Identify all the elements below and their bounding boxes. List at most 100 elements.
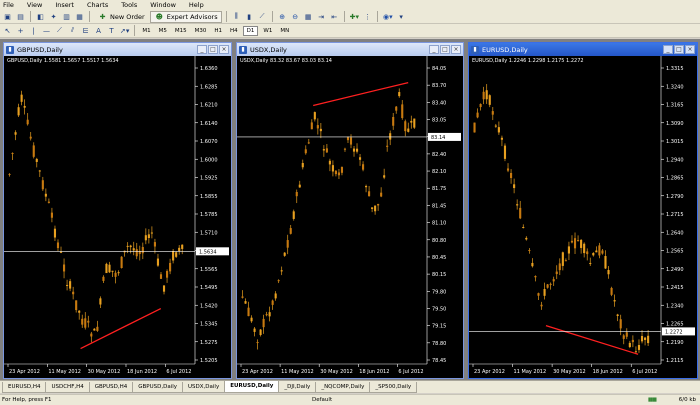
chart-plot[interactable]: 84.0583.7083.4083.0582.7582.4082.1081.75… — [237, 56, 463, 378]
timeframe-h1[interactable]: H1 — [211, 26, 225, 36]
timeframe-m15[interactable]: M15 — [172, 26, 190, 36]
data-window-icon[interactable]: ✦ — [48, 11, 59, 22]
menu-window[interactable]: Window — [150, 0, 176, 10]
minimize-button[interactable]: _ — [429, 45, 439, 54]
chart-tab-usdchf-h4[interactable]: USDCHF,H4 — [45, 382, 90, 393]
trendline-icon[interactable]: ⟋ — [54, 25, 65, 36]
menu-file[interactable]: File — [3, 0, 14, 10]
expert-advisors-label: Expert Advisors — [166, 12, 218, 21]
date-tick-label: 11 May 2012 — [281, 369, 314, 375]
candle-body — [292, 211, 295, 219]
timeframe-m5[interactable]: M5 — [156, 26, 170, 36]
timeframe-w1[interactable]: W1 — [260, 26, 275, 36]
status-help-text: For Help, press F1 — [2, 397, 52, 403]
maximize-button[interactable]: □ — [674, 45, 684, 54]
candlestick-chart[interactable]: 1.3315 1.3240 1.3165 1.3090 1.3015 1.2940 1.28… — [469, 56, 697, 378]
chart-titlebar[interactable]: ▮ GBPUSD,Daily _ □ × — [4, 43, 231, 56]
close-button[interactable]: × — [219, 45, 229, 54]
terminal-icon[interactable]: ▦ — [74, 11, 85, 22]
chart-plot[interactable]: 1.6360 1.6285 1.6210 1.6140 1.6070 1.6000 1.59… — [4, 56, 231, 378]
candlestick-chart-icon[interactable]: ▮ — [244, 11, 255, 22]
candle-body — [413, 118, 416, 128]
auto-scroll-icon[interactable]: ⇥ — [316, 11, 327, 22]
chart-plot[interactable]: 1.3315 1.3240 1.3165 1.3090 1.3015 1.2940 1.28… — [469, 56, 697, 378]
close-button[interactable]: × — [685, 45, 695, 54]
zoom-in-icon[interactable]: ⊕ — [277, 11, 288, 22]
candle-body — [283, 252, 286, 256]
chart-shift-icon[interactable]: ⇤ — [329, 11, 340, 22]
candle-body — [619, 319, 622, 329]
candle-body — [389, 133, 392, 140]
candle-body — [265, 314, 268, 316]
chart-window-gbpusd[interactable]: ▮ GBPUSD,Daily _ □ × 1.6360 1.6285 1.6210 1… — [3, 42, 232, 379]
arrows-icon[interactable]: ➚▾ — [119, 25, 130, 36]
indicators-icon[interactable]: ✚▾ — [349, 11, 360, 22]
menu-insert[interactable]: Insert — [55, 0, 74, 10]
standard-toolbar: ▣ ▤ ◧ ✦ ▥ ▦ ✚ New Order ☻ Expert Advisors … — [0, 10, 700, 24]
minimize-button[interactable]: _ — [197, 45, 207, 54]
price-tick-label: 1.6000 — [200, 157, 218, 163]
tile-windows-icon[interactable]: ▦ — [303, 11, 314, 22]
chart-tab-dji-daily[interactable]: _DJI,Daily — [278, 382, 317, 393]
timeframe-d1[interactable]: D1 — [242, 25, 259, 36]
chart-tab-usdx-daily[interactable]: USDX,Daily — [182, 382, 226, 393]
status-bar: For Help, press F1 Default ▮▮▮▮ 6/0 kb — [0, 394, 700, 405]
chart-tab-nqcomp-daily[interactable]: _NQCOMP,Daily — [315, 382, 371, 393]
chart-window-title: EURUSD,Daily — [482, 45, 528, 54]
candle-body — [374, 205, 377, 212]
vertical-line-icon[interactable]: | — [28, 25, 39, 36]
chart-tab-gbpusd-h4[interactable]: GBPUSD,H4 — [88, 382, 134, 393]
crosshair-icon[interactable]: + — [15, 25, 26, 36]
menu-view[interactable]: View — [27, 0, 42, 10]
minimize-button[interactable]: _ — [663, 45, 673, 54]
channel-icon[interactable]: ⫽ — [67, 25, 78, 36]
chart-tab-sp500-daily[interactable]: _SP500,Daily — [369, 382, 418, 393]
menu-charts[interactable]: Charts — [87, 0, 108, 10]
candlestick-chart[interactable]: 84.0583.7083.4083.0582.7582.4082.1081.75… — [237, 56, 463, 378]
chart-tab-eurusd-h4[interactable]: EURUSD,H4 — [2, 382, 47, 393]
candle-body — [159, 274, 163, 279]
price-tick-label: 1.2865 — [666, 176, 684, 182]
menu-help[interactable]: Help — [189, 0, 204, 10]
profiles-icon[interactable]: ▤ — [15, 11, 26, 22]
price-tick-label: 81.45 — [432, 203, 446, 209]
menu-tools[interactable]: Tools — [121, 0, 137, 10]
current-price-label: 83.14 — [431, 135, 445, 141]
zoom-out-icon[interactable]: ⊖ — [290, 11, 301, 22]
candle-body — [564, 260, 567, 262]
timeframe-m30[interactable]: M30 — [192, 26, 210, 36]
fibonacci-icon[interactable]: ⋿ — [80, 25, 91, 36]
templates-icon[interactable]: ◉▾ — [382, 11, 394, 22]
price-tick-label: 1.2790 — [666, 194, 684, 200]
maximize-button[interactable]: □ — [208, 45, 218, 54]
timeframe-m1[interactable]: M1 — [139, 26, 153, 36]
price-tick-label: 81.10 — [432, 221, 446, 227]
navigator-icon[interactable]: ▥ — [61, 11, 72, 22]
timeframe-mn[interactable]: MN — [277, 26, 292, 36]
line-chart-icon[interactable]: ⟋ — [257, 11, 268, 22]
chart-window-eurusd[interactable]: ▮ EURUSD,Daily _ □ × 1.3315 1.3240 1.3165 1… — [468, 42, 698, 379]
chart-titlebar[interactable]: ▮ USDX,Daily _ □ × — [237, 43, 463, 56]
text-icon[interactable]: A — [93, 25, 104, 36]
candle-body — [362, 164, 365, 170]
horizontal-line-icon[interactable]: — — [41, 25, 52, 36]
chart-info-line: EURUSD,Daily 1.2246 1.2298 1.2175 1.2272 — [472, 58, 584, 64]
chart-tab-gbpusd-daily[interactable]: GBPUSD,Daily — [132, 382, 184, 393]
candlestick-chart[interactable]: 1.6360 1.6285 1.6210 1.6140 1.6070 1.6000 1.59… — [4, 56, 231, 378]
expert-advisors-button[interactable]: ☻ Expert Advisors — [149, 10, 222, 23]
new-order-button[interactable]: ✚ New Order — [94, 11, 148, 23]
chart-tab-eurusd-daily[interactable]: EURUSD,Daily — [224, 381, 280, 393]
cursor-icon[interactable]: ↖ — [2, 25, 13, 36]
maximize-button[interactable]: □ — [440, 45, 450, 54]
toolbar-more-icon[interactable]: ▾ — [396, 11, 407, 22]
chart-window-usdx[interactable]: ▮ USDX,Daily _ □ × 84.05 83.70 83.40 83.05 8… — [236, 42, 464, 379]
timeframe-h4[interactable]: H4 — [227, 26, 241, 36]
close-button[interactable]: × — [451, 45, 461, 54]
bar-chart-icon[interactable]: ⫼ — [231, 11, 242, 22]
candle-body — [371, 207, 374, 209]
new-chart-icon[interactable]: ▣ — [2, 11, 13, 22]
market-watch-icon[interactable]: ◧ — [35, 11, 46, 22]
periods-icon[interactable]: ⋮ — [362, 11, 373, 22]
text-label-icon[interactable]: T — [106, 25, 117, 36]
chart-titlebar[interactable]: ▮ EURUSD,Daily _ □ × — [469, 43, 697, 56]
